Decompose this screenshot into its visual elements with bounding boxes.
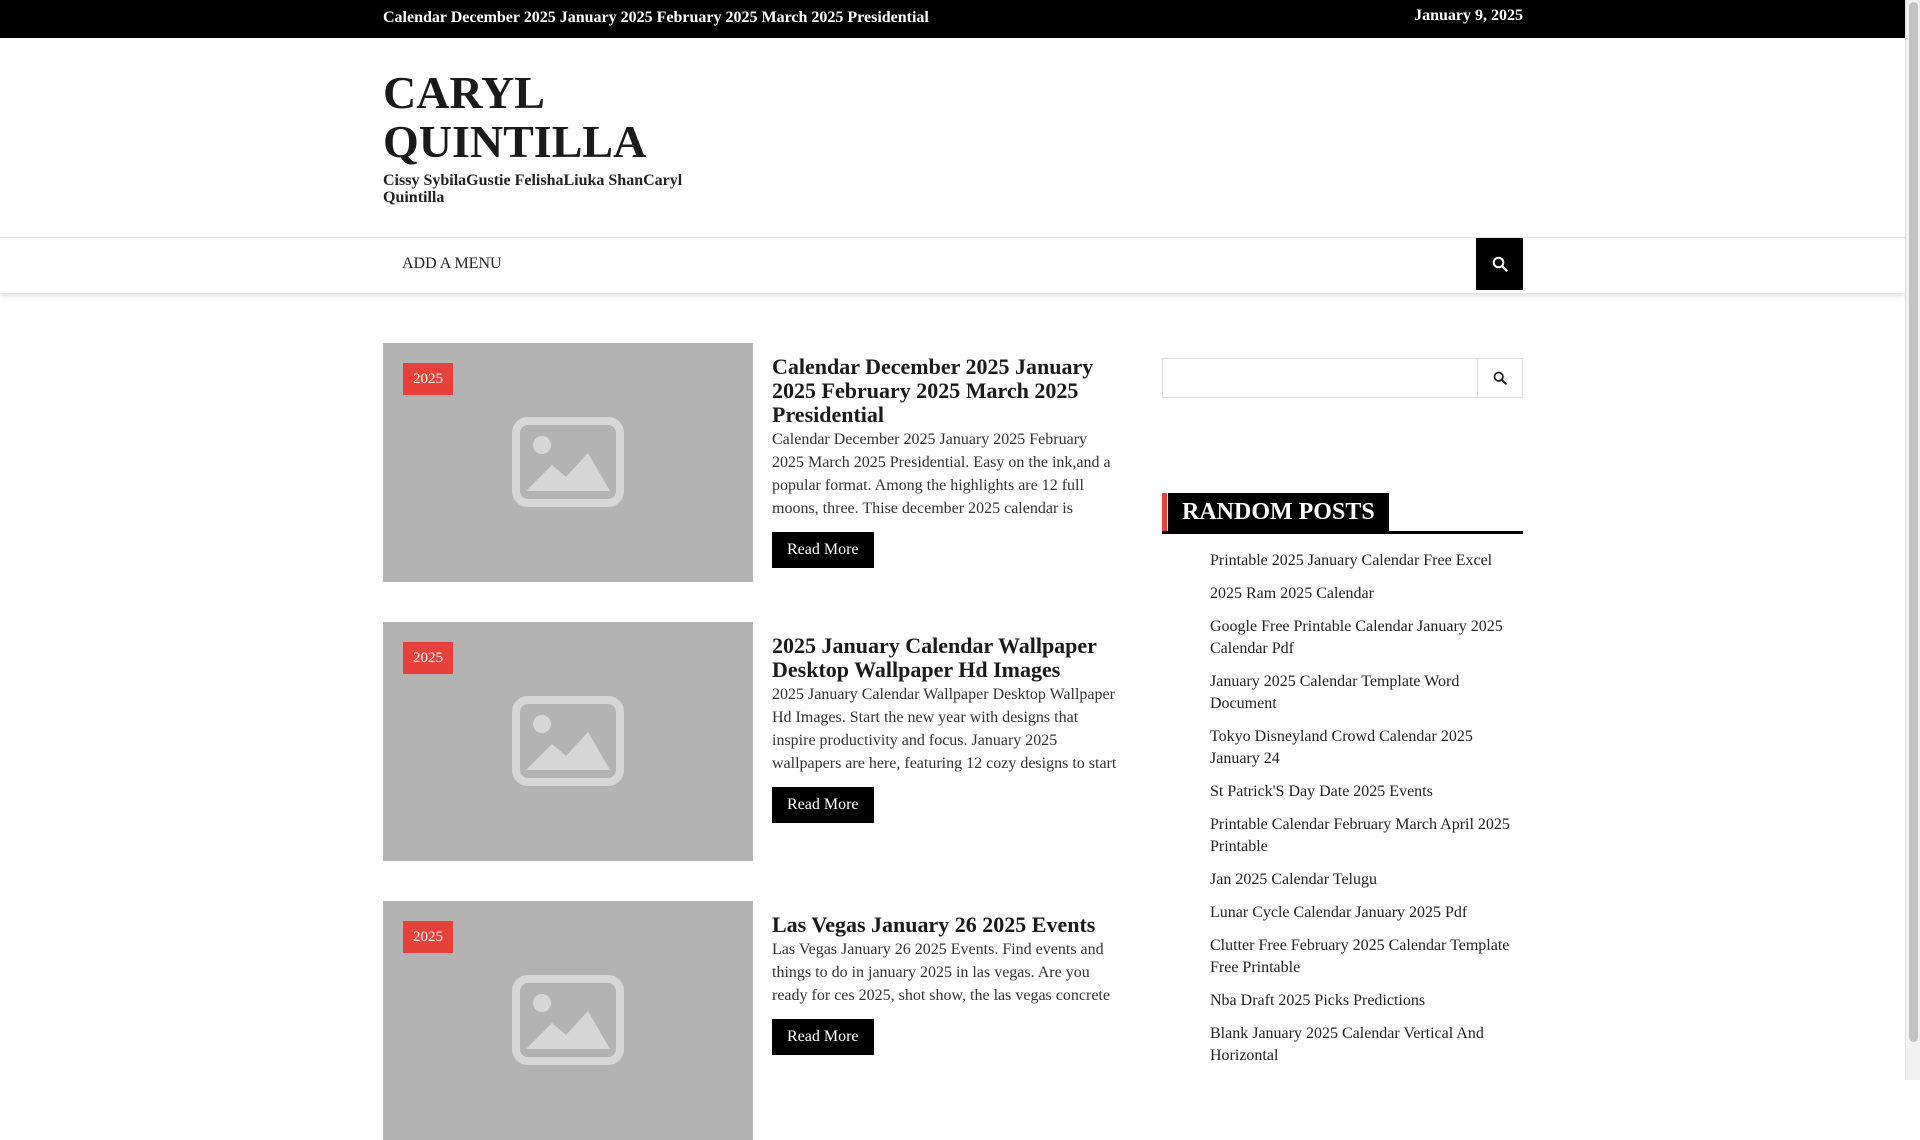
post-card: 2025 Las Vegas January 26 2025 Events La…: [383, 901, 1123, 1140]
random-post-link[interactable]: Printable Calendar February March April …: [1210, 814, 1523, 858]
image-placeholder-icon: [512, 696, 624, 786]
site-title[interactable]: CARYL QUINTILLA: [383, 68, 713, 166]
post-title[interactable]: 2025 January Calendar Wallpaper Desktop …: [772, 634, 1122, 682]
read-more-button[interactable]: Read More: [772, 787, 874, 823]
sidebar-search-button[interactable]: [1477, 359, 1522, 397]
random-post-link[interactable]: Nba Draft 2025 Picks Predictions: [1210, 990, 1523, 1012]
random-post-link[interactable]: Lunar Cycle Calendar January 2025 Pdf: [1210, 902, 1523, 924]
post-title[interactable]: Las Vegas January 26 2025 Events: [772, 913, 1122, 937]
random-post-link[interactable]: January 2025 Calendar Template Word Docu…: [1210, 671, 1523, 715]
sidebar-search: [1162, 358, 1523, 398]
search-icon: [1493, 371, 1507, 385]
site-tagline: Cissy SybilaGustie FelishaLiuka ShanCary…: [383, 172, 683, 206]
main-navigation: ADD A MENU: [0, 237, 1905, 293]
page-scrollbar[interactable]: [1905, 0, 1920, 1080]
random-post-link[interactable]: Blank January 2025 Calendar Vertical And…: [1210, 1023, 1523, 1067]
post-excerpt: 2025 January Calendar Wallpaper Desktop …: [772, 686, 1117, 772]
image-placeholder-icon: [512, 417, 624, 507]
current-date: January 9, 2025: [1414, 7, 1523, 24]
post-excerpt: Calendar December 2025 January 2025 Febr…: [772, 431, 1111, 517]
random-post-link[interactable]: Google Free Printable Calendar January 2…: [1210, 616, 1523, 660]
category-tag[interactable]: 2025: [403, 363, 453, 395]
random-posts-title: RANDOM POSTS: [1168, 493, 1389, 531]
random-posts-list: Printable 2025 January Calendar Free Exc…: [1210, 550, 1523, 1078]
top-ticker-link[interactable]: Calendar December 2025 January 2025 Febr…: [383, 9, 929, 27]
category-tag[interactable]: 2025: [403, 642, 453, 674]
random-posts-heading: RANDOM POSTS: [1162, 493, 1523, 534]
search-icon: [1492, 256, 1508, 272]
read-more-button[interactable]: Read More: [772, 532, 874, 568]
category-tag[interactable]: 2025: [403, 921, 453, 953]
post-thumbnail[interactable]: 2025: [383, 343, 753, 582]
read-more-button[interactable]: Read More: [772, 1019, 874, 1055]
sidebar-search-input[interactable]: [1163, 359, 1473, 397]
post-thumbnail[interactable]: 2025: [383, 622, 753, 861]
post-card: 2025 Calendar December 2025 January 2025…: [383, 343, 1123, 583]
random-post-link[interactable]: Jan 2025 Calendar Telugu: [1210, 869, 1523, 891]
heading-accent-bar: [1162, 493, 1167, 531]
add-menu-link[interactable]: ADD A MENU: [402, 255, 502, 273]
random-post-link[interactable]: 2025 Ram 2025 Calendar: [1210, 583, 1523, 605]
post-excerpt: Las Vegas January 26 2025 Events. Find e…: [772, 941, 1110, 1004]
post-title[interactable]: Calendar December 2025 January 2025 Febr…: [772, 355, 1122, 427]
image-placeholder-icon: [512, 975, 624, 1065]
scrollbar-thumb[interactable]: [1909, 2, 1918, 1042]
random-post-link[interactable]: Tokyo Disneyland Crowd Calendar 2025 Jan…: [1210, 726, 1523, 770]
post-card: 2025 2025 January Calendar Wallpaper Des…: [383, 622, 1123, 862]
random-post-link[interactable]: Printable 2025 January Calendar Free Exc…: [1210, 550, 1523, 572]
random-post-link[interactable]: Clutter Free February 2025 Calendar Temp…: [1210, 935, 1523, 979]
post-thumbnail[interactable]: 2025: [383, 901, 753, 1140]
top-bar: Calendar December 2025 January 2025 Febr…: [0, 0, 1905, 38]
random-post-link[interactable]: St Patrick'S Day Date 2025 Events: [1210, 781, 1523, 803]
nav-search-button[interactable]: [1476, 238, 1523, 290]
